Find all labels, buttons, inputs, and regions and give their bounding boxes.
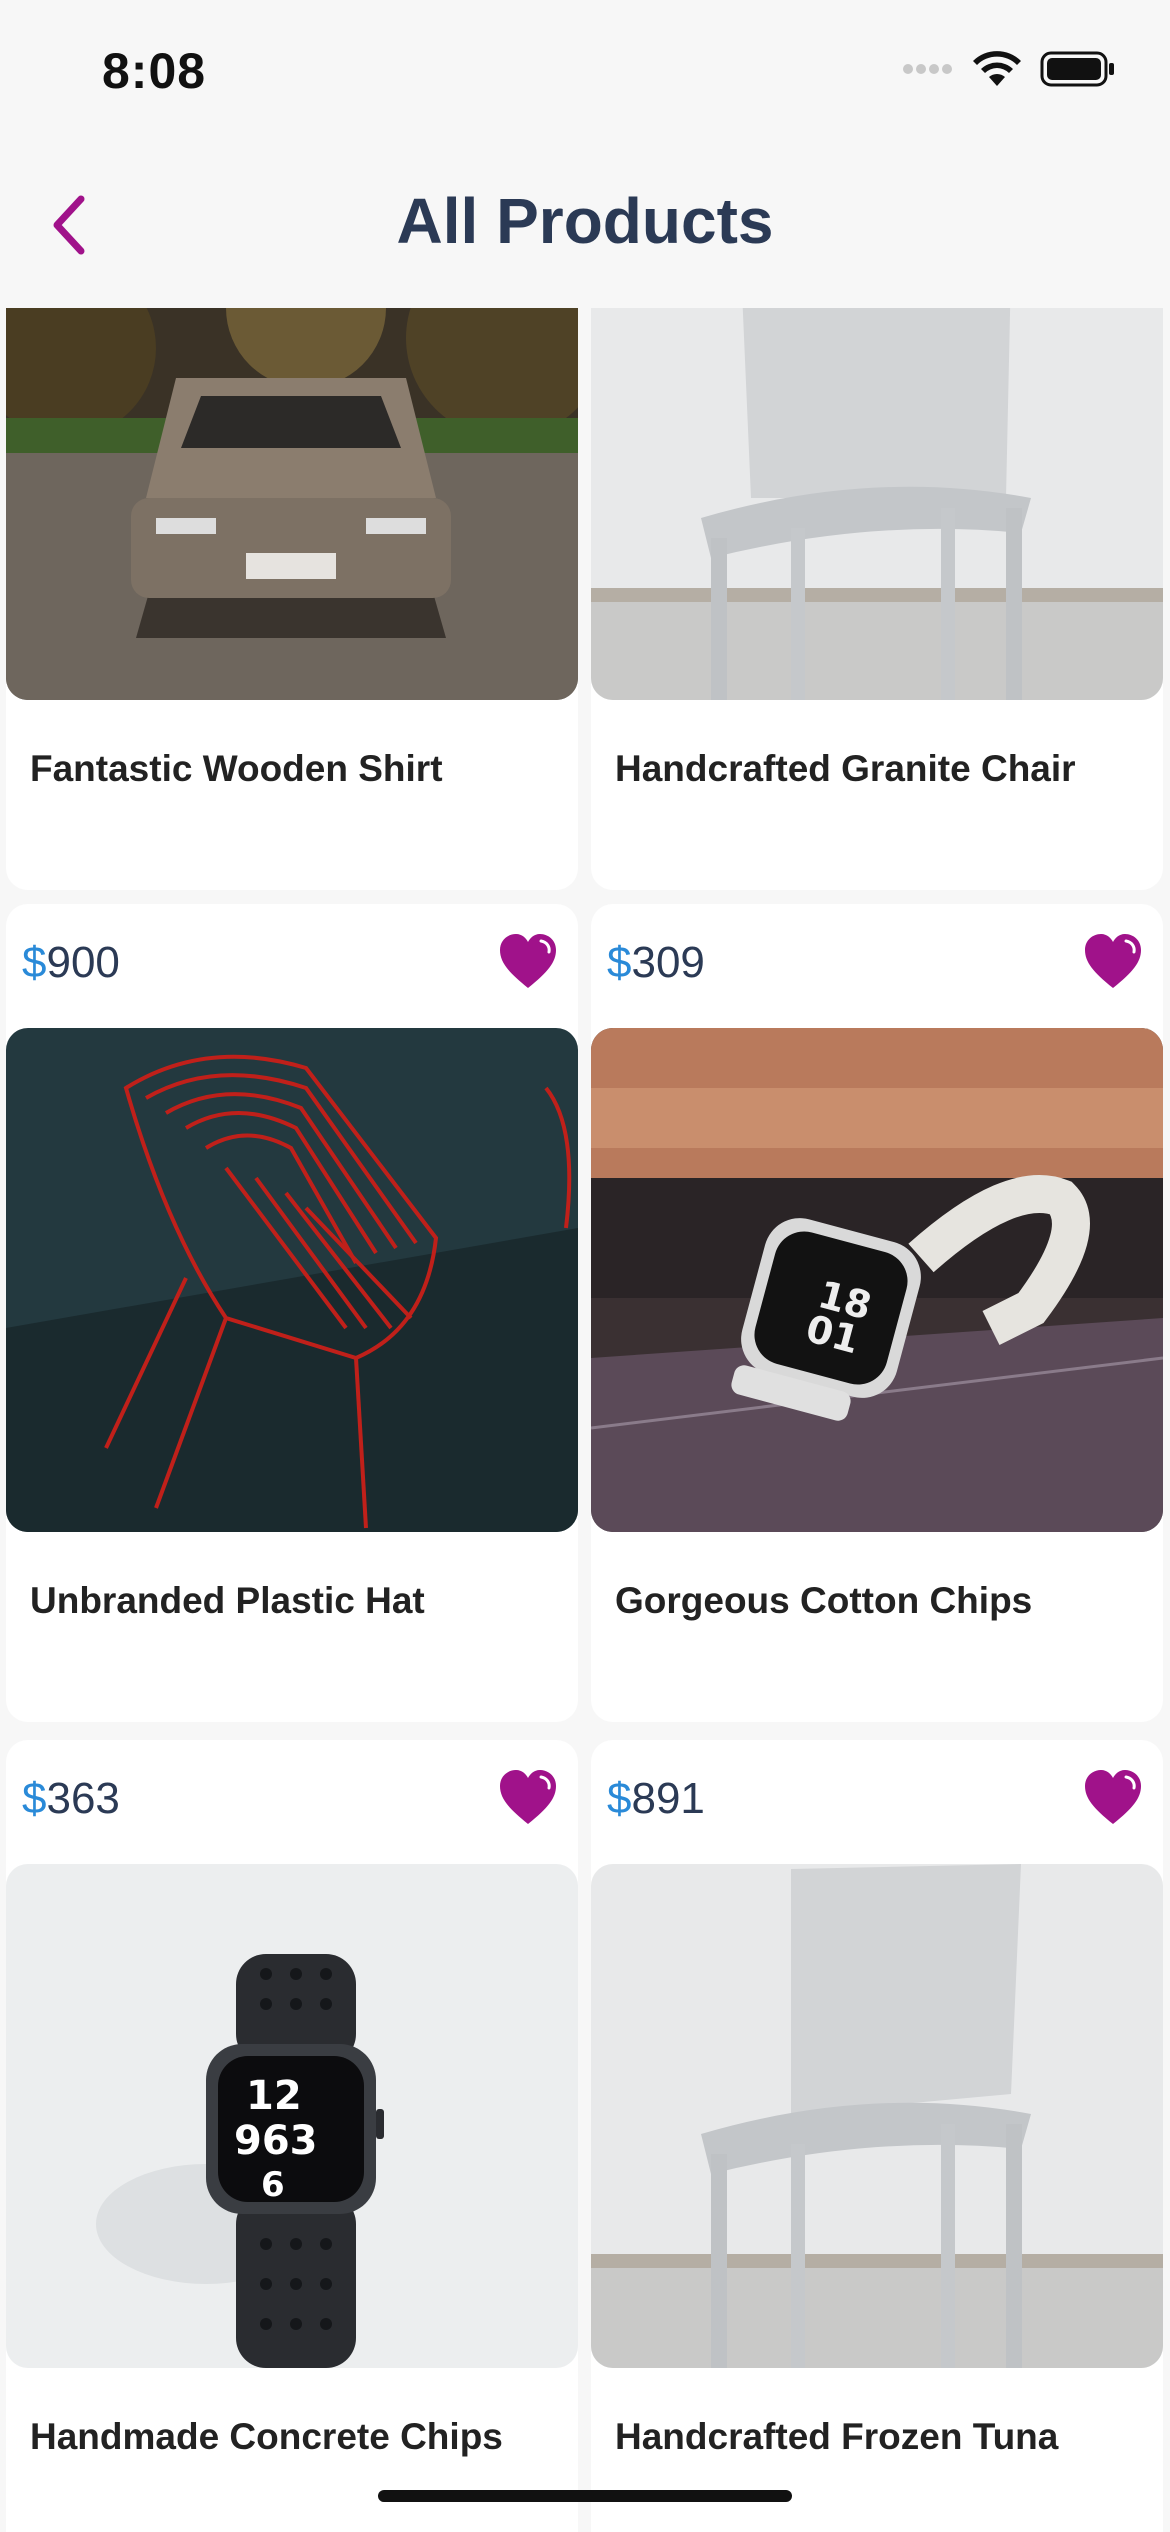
svg-text:12: 12: [246, 2073, 302, 2119]
cellular-signal-icon: [903, 64, 952, 74]
product-grid[interactable]: Fantastic Wooden Shirt Handcrafted Grani…: [0, 308, 1170, 2532]
product-card[interactable]: $363 12 963 6 Handmade Concrete Chips: [6, 1740, 578, 2532]
wifi-icon: [973, 51, 1021, 86]
product-price: $309: [607, 938, 705, 987]
red-wire-chair-photo: [6, 1028, 578, 1532]
car-photo: [6, 308, 578, 700]
black-watch-photo: 12 963 6: [6, 1864, 578, 2368]
product-price: $891: [607, 1774, 705, 1823]
product-card[interactable]: $309 18 01 Gorgeous Cotton Chips: [591, 904, 1163, 1722]
product-name: Handcrafted Granite Chair: [615, 748, 1076, 789]
svg-text:963: 963: [234, 2118, 318, 2164]
page-title: All Products: [396, 185, 774, 257]
product-name: Fantastic Wooden Shirt: [30, 748, 443, 789]
product-name: Gorgeous Cotton Chips: [615, 1580, 1033, 1621]
product-image: [591, 308, 1163, 700]
product-card[interactable]: $900 Unbranded Plastic Hat: [6, 904, 578, 1722]
product-name: Handcrafted Frozen Tuna: [615, 2416, 1059, 2457]
product-image: 18 01: [591, 1028, 1163, 1532]
status-bar: 8:08: [0, 0, 1170, 150]
product-image: [591, 1864, 1163, 2368]
heart-icon[interactable]: [1083, 1768, 1143, 1828]
battery-icon: [1040, 51, 1114, 87]
status-icons: [902, 50, 1116, 88]
card-header: $363: [6, 1740, 578, 1864]
nav-bar: All Products: [0, 150, 1170, 300]
chair-photo: [591, 1864, 1163, 2368]
card-header: $309: [591, 904, 1163, 1028]
home-indicator[interactable]: [378, 2490, 792, 2502]
product-image: 12 963 6: [6, 1864, 578, 2368]
heart-icon[interactable]: [1083, 932, 1143, 992]
product-price: $363: [22, 1774, 120, 1823]
chair-photo: [591, 308, 1163, 700]
card-header: $900: [6, 904, 578, 1028]
heart-icon[interactable]: [498, 932, 558, 992]
heart-icon[interactable]: [498, 1768, 558, 1828]
product-price: $900: [22, 938, 120, 987]
product-card[interactable]: Fantastic Wooden Shirt: [6, 308, 578, 890]
product-card[interactable]: Handcrafted Granite Chair: [591, 308, 1163, 890]
card-header: $891: [591, 1740, 1163, 1864]
product-name: Handmade Concrete Chips: [30, 2416, 503, 2457]
status-time: 8:08: [102, 43, 207, 99]
white-watch-photo: 18 01: [591, 1028, 1163, 1532]
product-image: [6, 1028, 578, 1532]
product-name: Unbranded Plastic Hat: [30, 1580, 425, 1621]
product-image: [6, 308, 578, 700]
product-card[interactable]: $891 Handcrafted Frozen Tuna: [591, 1740, 1163, 2532]
svg-text:6: 6: [261, 2165, 285, 2205]
